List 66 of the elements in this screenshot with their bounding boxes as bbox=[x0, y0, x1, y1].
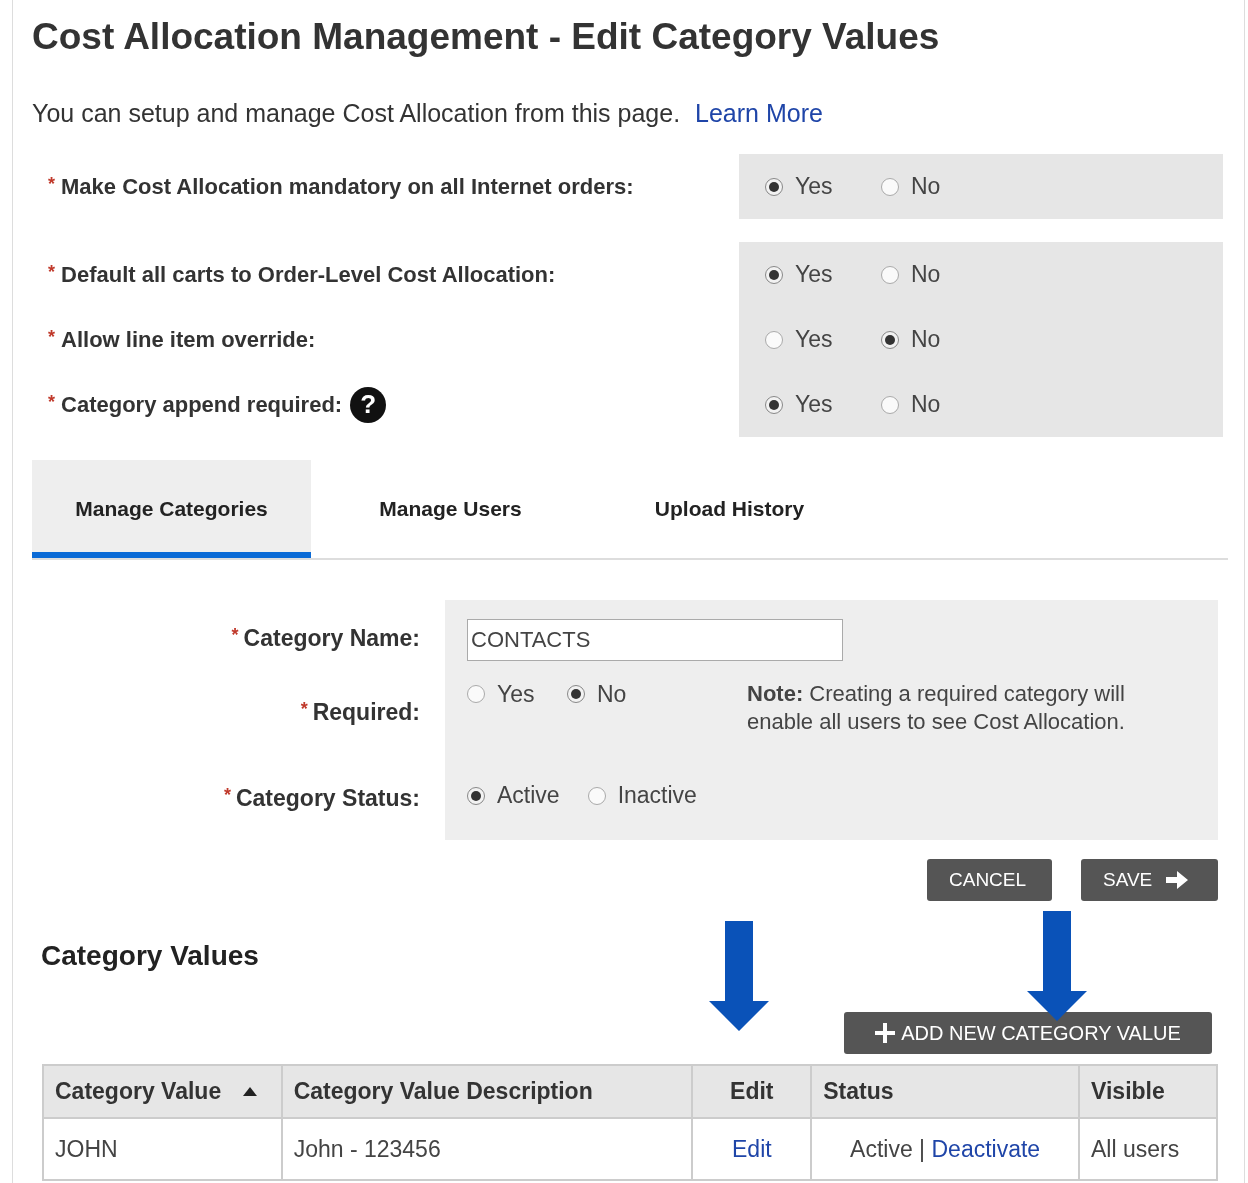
learn-more-link[interactable]: Learn More bbox=[695, 99, 823, 127]
field-label: Category Name: bbox=[243, 625, 420, 652]
radio-indicator[interactable] bbox=[881, 265, 899, 284]
table-cell: John - 123456 bbox=[281, 1118, 693, 1180]
column-header[interactable]: Category Value Description bbox=[281, 1065, 693, 1118]
tab[interactable]: Manage Users bbox=[311, 460, 590, 558]
intro-text: You can setup and manage Cost Allocation from this page. Learn More bbox=[32, 98, 824, 128]
setting-label: Category append required: bbox=[61, 391, 343, 418]
radio-button[interactable]: Yes bbox=[467, 680, 567, 708]
radio-button[interactable]: No bbox=[881, 326, 997, 353]
field-label: Category Status: bbox=[235, 785, 420, 812]
tab[interactable]: Upload History bbox=[590, 460, 869, 558]
column-header[interactable]: Status bbox=[811, 1065, 1080, 1118]
radio-button[interactable]: Yes bbox=[765, 326, 881, 353]
radio-button[interactable]: Inactive bbox=[587, 782, 697, 809]
setting-label: Make Cost Allocation mandatory on all Internet orders: bbox=[61, 173, 634, 200]
radio-indicator[interactable] bbox=[765, 265, 783, 284]
radio-button[interactable]: No bbox=[881, 261, 997, 288]
radio-indicator[interactable] bbox=[467, 685, 485, 703]
radio-button[interactable]: No bbox=[881, 173, 997, 200]
required-mark: * bbox=[300, 699, 308, 720]
radio-button[interactable]: Active bbox=[467, 782, 560, 809]
radio-indicator[interactable] bbox=[765, 177, 783, 196]
section-heading: Category Values bbox=[41, 939, 260, 973]
field-label: Required: bbox=[312, 699, 420, 726]
required-mark: * bbox=[48, 174, 55, 195]
add-category-value-button[interactable]: ADD NEW CATEGORY VALUE bbox=[844, 1012, 1212, 1054]
status-text: Active bbox=[850, 1135, 913, 1162]
cancel-button[interactable]: CANCEL bbox=[927, 859, 1052, 901]
plus-icon bbox=[875, 1023, 896, 1043]
radio-button[interactable]: No bbox=[567, 680, 667, 708]
help-icon[interactable]: ? bbox=[350, 386, 387, 423]
setting-label: Allow line item override: bbox=[61, 326, 316, 353]
radio-button[interactable]: Yes bbox=[765, 173, 881, 200]
sort-ascending-icon bbox=[243, 1087, 258, 1096]
arrow-right-icon bbox=[1166, 871, 1189, 889]
radio-indicator[interactable] bbox=[587, 786, 606, 805]
note-text: Note: Creating a required category will enable all users to see Cost Allocation. bbox=[747, 680, 1126, 736]
radio-indicator[interactable] bbox=[881, 330, 899, 349]
deactivate-link[interactable]: Deactivate bbox=[931, 1135, 1041, 1162]
radio-indicator[interactable] bbox=[881, 177, 899, 196]
radio-indicator[interactable] bbox=[467, 786, 485, 805]
radio-indicator[interactable] bbox=[765, 330, 783, 349]
required-mark: * bbox=[231, 625, 239, 646]
setting-label: Default all carts to Order-Level Cost Allocation: bbox=[61, 261, 556, 288]
tab[interactable]: Manage Categories bbox=[32, 460, 311, 558]
required-mark: * bbox=[48, 327, 55, 348]
radio-button[interactable]: Yes bbox=[765, 261, 881, 288]
radio-button[interactable]: No bbox=[881, 391, 997, 418]
required-mark: * bbox=[223, 785, 231, 806]
edit-link[interactable]: Edit bbox=[732, 1135, 772, 1162]
table-cell: JOHN bbox=[43, 1118, 282, 1180]
required-mark: * bbox=[48, 262, 55, 283]
required-mark: * bbox=[48, 392, 55, 413]
radio-indicator[interactable] bbox=[567, 685, 585, 703]
column-header[interactable]: Category Value bbox=[43, 1065, 282, 1118]
page-title: Cost Allocation Management - Edit Category Values bbox=[32, 15, 941, 59]
column-header[interactable]: Edit bbox=[692, 1065, 812, 1118]
column-header[interactable]: Visible bbox=[1079, 1065, 1217, 1118]
category-name-field[interactable]: CONTACTS bbox=[467, 619, 843, 661]
table-cell: All users bbox=[1079, 1118, 1217, 1180]
separator: | bbox=[919, 1135, 926, 1162]
radio-indicator[interactable] bbox=[881, 395, 899, 414]
radio-button[interactable]: Yes bbox=[765, 391, 881, 418]
save-button[interactable]: SAVE bbox=[1081, 859, 1218, 901]
radio-indicator[interactable] bbox=[765, 395, 783, 414]
